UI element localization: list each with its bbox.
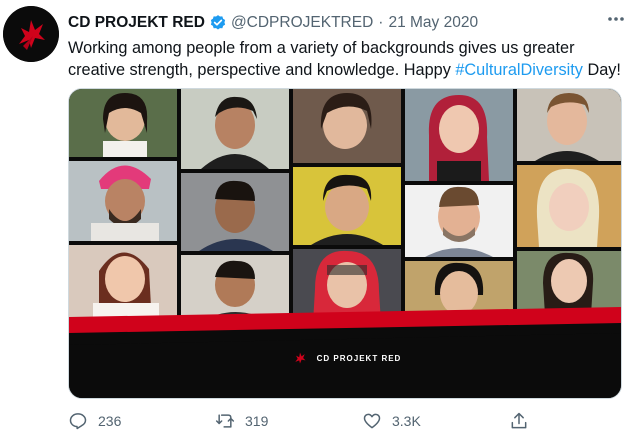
like-button[interactable]: 3.3K bbox=[362, 410, 421, 432]
tweet-text-segment: creative strength, perspective and knowl… bbox=[68, 61, 456, 79]
retweet-count: 319 bbox=[245, 413, 269, 429]
reply-count: 236 bbox=[98, 413, 122, 429]
cdpr-logo-icon bbox=[294, 352, 306, 364]
tweet-text-line: creative strength, perspective and knowl… bbox=[68, 59, 628, 81]
tweet-action-bar: 236 319 3.3K bbox=[68, 410, 628, 432]
tweet-text-segment: Day! bbox=[582, 61, 621, 79]
cdpr-logo-icon bbox=[3, 6, 59, 62]
brand-label: CD PROJEKT RED bbox=[316, 353, 402, 363]
like-icon bbox=[363, 413, 381, 429]
retweet-button[interactable]: 319 bbox=[215, 410, 268, 432]
reply-button[interactable]: 236 bbox=[68, 410, 121, 432]
verified-badge-icon bbox=[210, 15, 226, 30]
author-name[interactable]: CD PROJEKT RED bbox=[68, 14, 205, 32]
hashtag-link[interactable]: #CulturalDiversity bbox=[455, 61, 583, 79]
brand-watermark: CD PROJEKT RED bbox=[69, 343, 621, 373]
tweet-media-image[interactable]: CD PROJEKT RED bbox=[68, 88, 622, 399]
more-options-icon[interactable] bbox=[606, 12, 626, 26]
avatar[interactable] bbox=[3, 6, 59, 62]
tweet-text-line: Working among people from a variety of b… bbox=[68, 39, 575, 57]
tweet-text: Working among people from a variety of b… bbox=[68, 37, 628, 81]
reply-icon bbox=[69, 413, 87, 430]
tweet-header: CD PROJEKT RED @CDPROJEKTRED · 21 May 20… bbox=[68, 12, 628, 34]
share-button[interactable] bbox=[509, 410, 529, 432]
separator-dot: · bbox=[378, 14, 384, 31]
author-handle[interactable]: @CDPROJEKTRED bbox=[231, 14, 373, 32]
share-icon bbox=[511, 412, 527, 429]
tweet-date[interactable]: 21 May 2020 bbox=[388, 14, 478, 32]
like-count: 3.3K bbox=[392, 413, 421, 429]
retweet-icon bbox=[215, 414, 235, 428]
